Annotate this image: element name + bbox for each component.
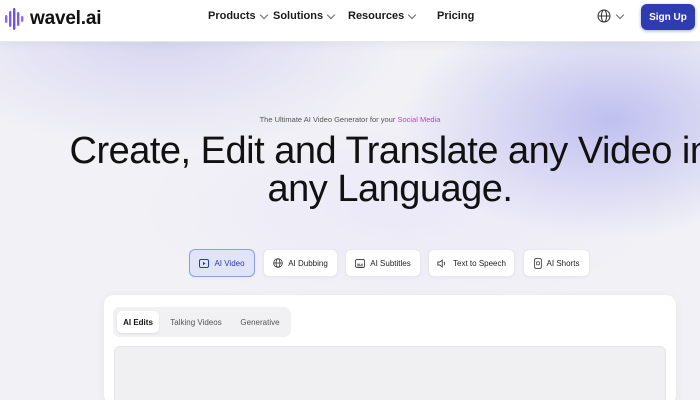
- signup-button[interactable]: Sign Up: [641, 4, 695, 30]
- globe-icon: [597, 9, 611, 23]
- phone-icon: [533, 257, 542, 269]
- tab-text-to-speech[interactable]: Text to Speech: [428, 249, 515, 277]
- globe-icon: [273, 258, 283, 268]
- subtab-ai-edits[interactable]: AI Edits: [117, 311, 159, 333]
- tab-ai-subtitles[interactable]: AI Subtitles: [345, 249, 421, 277]
- nav-resources-label: Resources: [348, 10, 405, 22]
- subtab-talking-videos[interactable]: Talking Videos: [163, 311, 229, 333]
- chevron-down-icon: [615, 10, 625, 19]
- tab-ai-shorts[interactable]: AI Shorts: [523, 249, 590, 277]
- nav-solutions[interactable]: Solutions: [273, 10, 336, 22]
- tab-text-to-speech-label: Text to Speech: [453, 258, 506, 268]
- language-selector[interactable]: [597, 9, 625, 23]
- video-icon: [199, 258, 210, 268]
- nav-solutions-label: Solutions: [273, 10, 324, 22]
- tab-ai-shorts-label: AI Shorts: [546, 258, 580, 268]
- brand-logo[interactable]: wavel.ai: [4, 8, 101, 30]
- nav-products[interactable]: Products: [208, 10, 268, 22]
- tagline-accent: Social Media: [397, 115, 441, 124]
- top-navbar: wavel.ai Products Solutions Resources Pr…: [0, 0, 700, 42]
- tab-ai-subtitles-label: AI Subtitles: [370, 258, 411, 268]
- tab-ai-video-label: AI Video: [214, 258, 245, 268]
- brand-name: wavel.ai: [30, 8, 102, 29]
- tab-ai-video[interactable]: AI Video: [189, 249, 255, 277]
- tab-ai-dubbing[interactable]: AI Dubbing: [263, 249, 338, 277]
- chevron-down-icon: [408, 10, 417, 19]
- subtitles-icon: [355, 258, 366, 268]
- nav-products-label: Products: [208, 10, 256, 22]
- video-preview-area[interactable]: [114, 346, 666, 400]
- tagline-prefix: The Ultimate AI Video Generator for your: [259, 115, 396, 124]
- hero-tagline: The Ultimate AI Video Generator for your…: [0, 115, 700, 124]
- speaker-icon: [437, 258, 446, 268]
- subtab-generative[interactable]: Generative: [233, 311, 287, 333]
- wave-logo-icon: [5, 8, 24, 30]
- chevron-down-icon: [326, 10, 336, 19]
- nav-resources[interactable]: Resources: [348, 10, 417, 22]
- nav-pricing-label: Pricing: [437, 10, 475, 22]
- chevron-down-icon: [259, 10, 268, 19]
- hero-headline: Create, Edit and Translate any Video in …: [69, 130, 700, 210]
- tab-ai-dubbing-label: AI Dubbing: [288, 258, 328, 268]
- nav-pricing[interactable]: Pricing: [437, 10, 474, 22]
